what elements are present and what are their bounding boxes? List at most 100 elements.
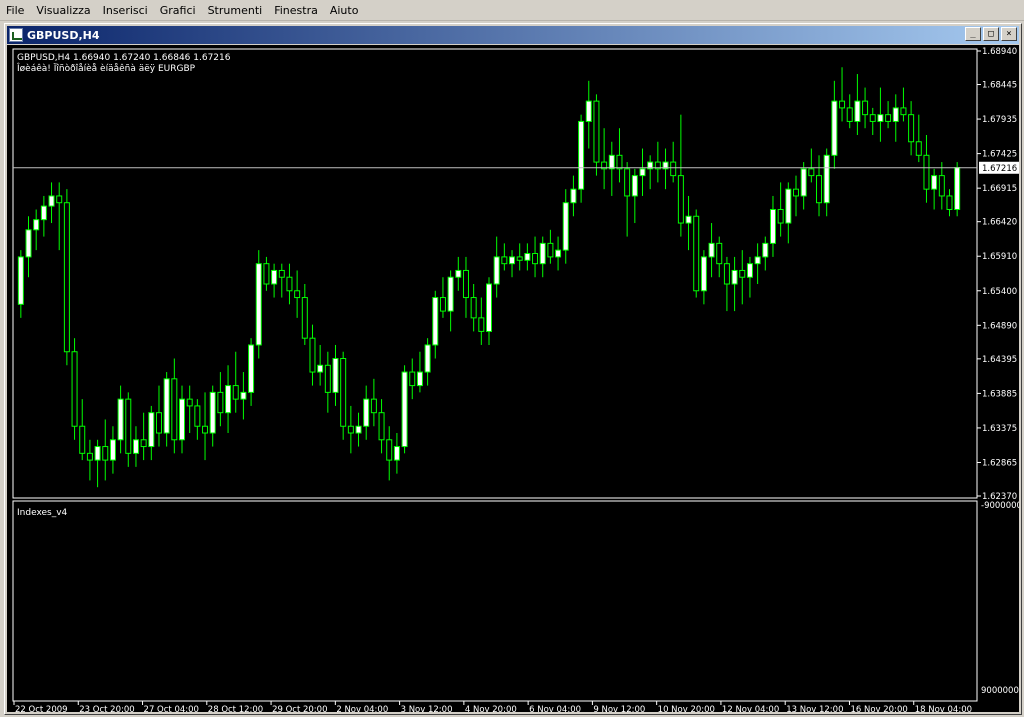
menu-item-finestra[interactable]: Finestra bbox=[270, 0, 326, 21]
candle-body bbox=[486, 283, 492, 332]
candle-body bbox=[462, 269, 469, 299]
candle-body bbox=[524, 253, 531, 261]
time-tick-label: 16 Nov 20:00 bbox=[850, 705, 907, 712]
candle-body bbox=[17, 256, 24, 305]
price-tick-label: 1.65910 bbox=[982, 252, 1017, 262]
price-tick-label: 1.62865 bbox=[982, 458, 1017, 468]
candle-body bbox=[723, 263, 730, 285]
candle-body bbox=[616, 154, 623, 170]
candle-body bbox=[332, 358, 339, 393]
time-tick-label: 6 Nov 04:00 bbox=[529, 705, 581, 712]
time-tick-label: 12 Nov 04:00 bbox=[722, 705, 779, 712]
candle-body bbox=[677, 175, 684, 224]
candle-body bbox=[869, 114, 876, 122]
candlestick-chart[interactable]: GBPUSD,H4 1.66940 1.67240 1.66846 1.6721… bbox=[7, 45, 1022, 715]
candle-body bbox=[731, 269, 738, 285]
indicator-tick-label: 9000000 bbox=[981, 686, 1019, 696]
candle-body bbox=[324, 364, 331, 393]
candle-body bbox=[432, 297, 439, 346]
chart-area[interactable]: GBPUSD,H4 1.66940 1.67240 1.66846 1.6721… bbox=[7, 45, 1022, 715]
candle-body bbox=[286, 276, 293, 292]
candle-body bbox=[608, 154, 615, 170]
candle-body bbox=[547, 242, 554, 258]
candle-body bbox=[424, 344, 431, 373]
candle-body bbox=[56, 195, 63, 204]
menu-item-visualizza[interactable]: Visualizza bbox=[32, 0, 98, 21]
minimize-button[interactable]: _ bbox=[965, 27, 981, 41]
candle-body bbox=[670, 161, 677, 177]
time-tick-label: 9 Nov 12:00 bbox=[593, 705, 645, 712]
price-tick-label: 1.67425 bbox=[982, 150, 1017, 160]
candle-body bbox=[401, 371, 408, 448]
chart-window-titlebar[interactable]: GBPUSD,H4 _ □ × bbox=[7, 26, 1019, 44]
candle-body bbox=[792, 188, 799, 197]
candle-body bbox=[309, 337, 316, 373]
candle-body bbox=[386, 439, 393, 461]
candle-body bbox=[908, 114, 915, 143]
candle-body bbox=[209, 391, 216, 434]
candle-body bbox=[892, 107, 899, 122]
close-button[interactable]: × bbox=[1001, 27, 1017, 41]
time-tick-label: 23 Oct 20:00 bbox=[79, 705, 134, 712]
price-tick-label: 1.68445 bbox=[982, 81, 1017, 91]
candle-body bbox=[708, 242, 715, 258]
candle-body bbox=[493, 256, 500, 285]
candle-body bbox=[762, 242, 769, 258]
price-tick-label: 1.67935 bbox=[982, 115, 1017, 125]
candle-body bbox=[102, 446, 109, 461]
candle-body bbox=[109, 439, 116, 461]
candle-body bbox=[746, 263, 753, 278]
candle-body bbox=[378, 412, 385, 441]
candle-body bbox=[48, 195, 55, 207]
menu-item-strumenti[interactable]: Strumenti bbox=[204, 0, 271, 21]
candle-body bbox=[125, 398, 132, 454]
candle-body bbox=[532, 253, 539, 265]
candle-body bbox=[355, 425, 362, 434]
candle-body bbox=[877, 114, 884, 122]
candle-body bbox=[225, 385, 232, 414]
candle-body bbox=[570, 188, 577, 204]
indicator-pane-frame bbox=[12, 500, 978, 702]
candle-body bbox=[94, 446, 101, 461]
candle-body bbox=[578, 120, 585, 190]
menu-item-inserisci[interactable]: Inserisci bbox=[99, 0, 156, 21]
candle-body bbox=[585, 100, 592, 122]
candle-body bbox=[823, 154, 830, 204]
candle-body bbox=[370, 398, 377, 414]
restore-button[interactable]: □ bbox=[983, 27, 999, 41]
candle-body bbox=[202, 425, 209, 434]
chart-window[interactable]: GBPUSD,H4 _ □ × GBPUSD,H4 1.66940 1.6724… bbox=[4, 23, 1022, 715]
candle-body bbox=[716, 242, 723, 265]
candle-body bbox=[754, 256, 761, 265]
candle-body bbox=[593, 100, 600, 163]
candle-body bbox=[831, 100, 838, 156]
candle-body bbox=[923, 154, 930, 190]
time-tick-label: 13 Nov 12:00 bbox=[786, 705, 843, 712]
candle-body bbox=[294, 290, 301, 299]
candle-body bbox=[248, 344, 255, 393]
menu-item-file[interactable]: File bbox=[2, 0, 32, 21]
price-tick-label: 1.63375 bbox=[982, 424, 1017, 434]
candle-body bbox=[447, 276, 454, 312]
candle-body bbox=[501, 256, 508, 265]
candle-body bbox=[271, 269, 278, 285]
menu-item-grafici[interactable]: Grafici bbox=[156, 0, 204, 21]
candle-body bbox=[179, 398, 186, 441]
candle-body bbox=[800, 168, 807, 197]
candle-body bbox=[938, 175, 945, 197]
candle-body bbox=[33, 219, 40, 231]
price-tick-label: 1.64890 bbox=[982, 321, 1017, 331]
candle-body bbox=[363, 398, 370, 427]
candle-body bbox=[140, 439, 147, 448]
price-tick-label: 1.66420 bbox=[982, 218, 1017, 228]
candle-body bbox=[317, 364, 324, 373]
candle-body bbox=[117, 398, 124, 441]
time-tick-label: 29 Oct 20:00 bbox=[272, 705, 327, 712]
candle-body bbox=[885, 114, 892, 122]
candle-body bbox=[232, 385, 239, 400]
time-tick-label: 10 Nov 20:00 bbox=[658, 705, 715, 712]
candle-body bbox=[516, 256, 523, 261]
menu-item-aiuto[interactable]: Aiuto bbox=[326, 0, 367, 21]
candle-body bbox=[693, 215, 700, 292]
indicator-label: Indexes_v4 bbox=[17, 508, 68, 518]
